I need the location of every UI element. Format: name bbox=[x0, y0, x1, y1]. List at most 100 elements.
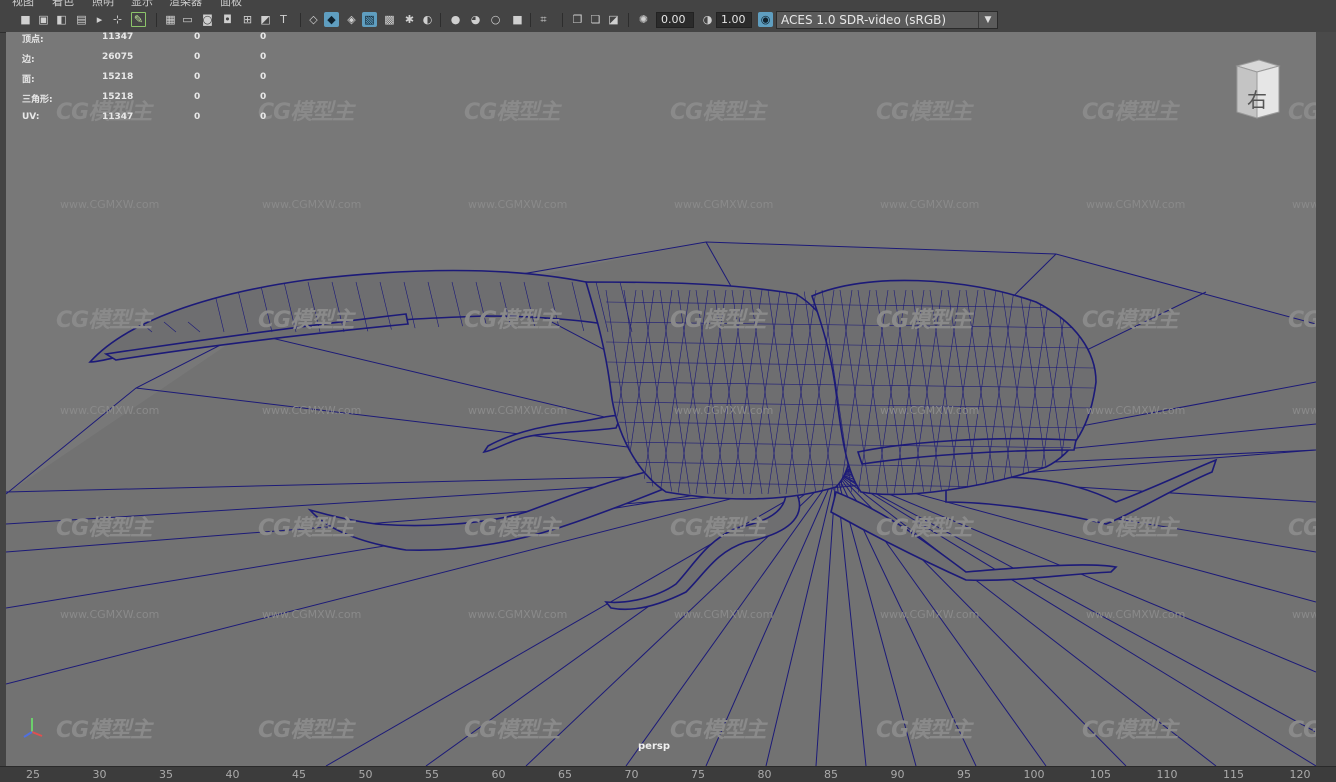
watermark-url: www.CGMXW.com bbox=[262, 404, 362, 417]
ruler-tick-label: 90 bbox=[890, 768, 905, 781]
xray-active-icon[interactable]: ❏ bbox=[588, 12, 603, 27]
hud-value-total: 11347 bbox=[102, 32, 134, 42]
hud-value-selected: 0 bbox=[194, 32, 201, 42]
menu-item[interactable]: 面板 bbox=[220, 0, 242, 8]
viewport-scene[interactable] bbox=[6, 32, 1316, 766]
menu-item[interactable]: 渲染器 bbox=[169, 0, 202, 8]
depth-of-field-icon[interactable]: ■ bbox=[510, 12, 525, 27]
hud-value-total: 15218 bbox=[102, 72, 134, 82]
watermark-logo: CG模型主 bbox=[56, 516, 152, 541]
hud-label: 顶点: bbox=[22, 35, 44, 45]
ambient-occlusion-icon[interactable]: ● bbox=[448, 12, 463, 27]
watermark-logo: CG模型主 bbox=[258, 308, 354, 333]
watermark-logo: CG模型主 bbox=[670, 718, 766, 743]
hud-value-selected: 0 bbox=[194, 92, 201, 102]
ruler-tick-label: 25 bbox=[26, 768, 40, 781]
hud-label: 面: bbox=[22, 75, 35, 85]
bookmark-icon[interactable]: ◧ bbox=[54, 12, 69, 27]
pencil-icon[interactable]: ✎ bbox=[131, 12, 146, 27]
camera-attributes-icon[interactable]: ▣ bbox=[36, 12, 51, 27]
watermark-logo: CG模型主 bbox=[464, 100, 560, 125]
menu-item[interactable]: 照明 bbox=[92, 0, 114, 8]
watermark-url: www.CGMXW.com bbox=[60, 608, 160, 621]
watermark-logo: CG模型主 bbox=[1288, 516, 1316, 541]
ruler-tick-label: 95 bbox=[957, 768, 971, 781]
safe-action-icon[interactable]: ◩ bbox=[258, 12, 273, 27]
wireframe-on-shaded-icon[interactable]: ▧ bbox=[362, 12, 377, 27]
toolbar-separator bbox=[156, 13, 157, 27]
toolbar-separator bbox=[562, 13, 563, 27]
chevron-down-icon[interactable]: ▼ bbox=[978, 12, 997, 28]
watermark-url: www.CGMXW.com bbox=[468, 404, 568, 417]
wireframe-icon[interactable]: ◇ bbox=[306, 12, 321, 27]
hud-value-selected: 0 bbox=[194, 72, 201, 82]
toolbar-separator bbox=[440, 13, 441, 27]
watermark-url: www.CGMXW.com bbox=[880, 198, 980, 211]
watermark-url: www.CGMXW.com bbox=[674, 198, 774, 211]
lights-icon[interactable]: ✱ bbox=[402, 12, 417, 27]
hud-value-total: 11347 bbox=[102, 112, 134, 122]
xray-joints-icon[interactable]: ❐ bbox=[570, 12, 585, 27]
watermark-logo: CG模型主 bbox=[1082, 718, 1178, 743]
safe-title-icon[interactable]: T bbox=[276, 12, 291, 27]
colorspace-dropdown[interactable]: ACES 1.0 SDR-video (sRGB) ▼ bbox=[776, 11, 998, 29]
watermark-url: www.CGMXW.com bbox=[1292, 608, 1316, 621]
view-cube[interactable]: 右 bbox=[1231, 58, 1283, 122]
gamma-icon[interactable]: ◑ bbox=[700, 12, 715, 27]
motion-blur-icon[interactable]: ◕ bbox=[468, 12, 483, 27]
film-gate-icon[interactable]: ▭ bbox=[180, 12, 195, 27]
ruler-tick-label: 105 bbox=[1090, 768, 1111, 781]
watermark-url: www.CGMXW.com bbox=[262, 608, 362, 621]
watermark-logo: CG模型主 bbox=[258, 718, 354, 743]
backface-icon[interactable]: ◪ bbox=[606, 12, 621, 27]
exposure-icon[interactable]: ✺ bbox=[636, 12, 651, 27]
menu-item[interactable]: 着色 bbox=[52, 0, 74, 8]
ruler-tick-label: 110 bbox=[1156, 768, 1178, 781]
watermark-logo: CG模型主 bbox=[464, 718, 560, 743]
ruler-tick-label: 85 bbox=[824, 768, 838, 781]
hud-value-triangles: 0 bbox=[260, 72, 267, 82]
watermark-url: www.CGMXW.com bbox=[468, 608, 568, 621]
watermark-logo: CG模型主 bbox=[56, 308, 152, 333]
isolate-select-icon[interactable]: ⌗ bbox=[536, 12, 551, 27]
exposure-field[interactable]: 0.00 bbox=[656, 12, 694, 28]
watermark-url: www.CGMXW.com bbox=[60, 198, 160, 211]
menu-item[interactable]: 显示 bbox=[131, 0, 153, 8]
gamma-field[interactable]: 1.00 bbox=[716, 12, 752, 28]
bookmark-flag-icon[interactable]: ▸ bbox=[92, 12, 107, 27]
ruler-tick-label: 40 bbox=[225, 768, 240, 781]
hud-value-triangles: 0 bbox=[260, 32, 267, 42]
field-chart-icon[interactable]: ⊞ bbox=[240, 12, 255, 27]
camera-icon[interactable]: ■ bbox=[18, 12, 33, 27]
hud-value-total: 26075 bbox=[102, 52, 134, 62]
watermark-logo: CG模型主 bbox=[464, 516, 560, 541]
resolution-gate-icon[interactable]: ◙ bbox=[200, 12, 215, 27]
watermark-logo: CG模型主 bbox=[1082, 100, 1178, 125]
watermark-url: www.CGMXW.com bbox=[880, 608, 980, 621]
viewport-panel[interactable]: CG模型主 CG模型主 CG模型主 CG模型主 CG模型主 CG模型主 CG模型主 CG模型主… bbox=[6, 32, 1316, 766]
shaded-wireframe-icon[interactable]: ◈ bbox=[344, 12, 359, 27]
gate-mask-icon[interactable]: ◘ bbox=[220, 12, 235, 27]
image-plane-icon[interactable]: ▤ bbox=[74, 12, 89, 27]
ruler-tick-label: 55 bbox=[425, 768, 439, 781]
watermark-url: www.CGMXW.com bbox=[60, 404, 160, 417]
xray-icon[interactable]: ▩ bbox=[382, 12, 397, 27]
hud-value-selected: 0 bbox=[194, 112, 201, 122]
grid-toggle-icon[interactable]: ⊹ bbox=[110, 12, 125, 27]
color-management-icon[interactable]: ◉ bbox=[758, 12, 773, 27]
watermark-url: www.CGMXW.com bbox=[880, 404, 980, 417]
grid-icon[interactable]: ▦ bbox=[163, 12, 178, 27]
watermark-url: www.CGMXW.com bbox=[1292, 404, 1316, 417]
time-slider-ruler[interactable]: 25 30 35 40 45 50 55 60 65 70 75 80 85 90 95 100 105 110 1… bbox=[0, 766, 1336, 782]
smooth-shade-icon[interactable]: ◆ bbox=[324, 12, 339, 27]
anti-alias-icon[interactable]: ○ bbox=[488, 12, 503, 27]
menu-item[interactable]: 视图 bbox=[12, 0, 34, 8]
watermark-logo: CG模型主 bbox=[1288, 718, 1316, 743]
ruler-tick-label: 30 bbox=[92, 768, 107, 781]
watermark-url: www.CGMXW.com bbox=[1086, 404, 1186, 417]
watermark-url: www.CGMXW.com bbox=[262, 198, 362, 211]
shadows-icon[interactable]: ◐ bbox=[420, 12, 435, 27]
watermark-url: www.CGMXW.com bbox=[674, 404, 774, 417]
watermark-logo: CG模型主 bbox=[1288, 100, 1316, 125]
menu-bar: 视图 着色 照明 显示 渲染器 面板 bbox=[0, 0, 1336, 8]
